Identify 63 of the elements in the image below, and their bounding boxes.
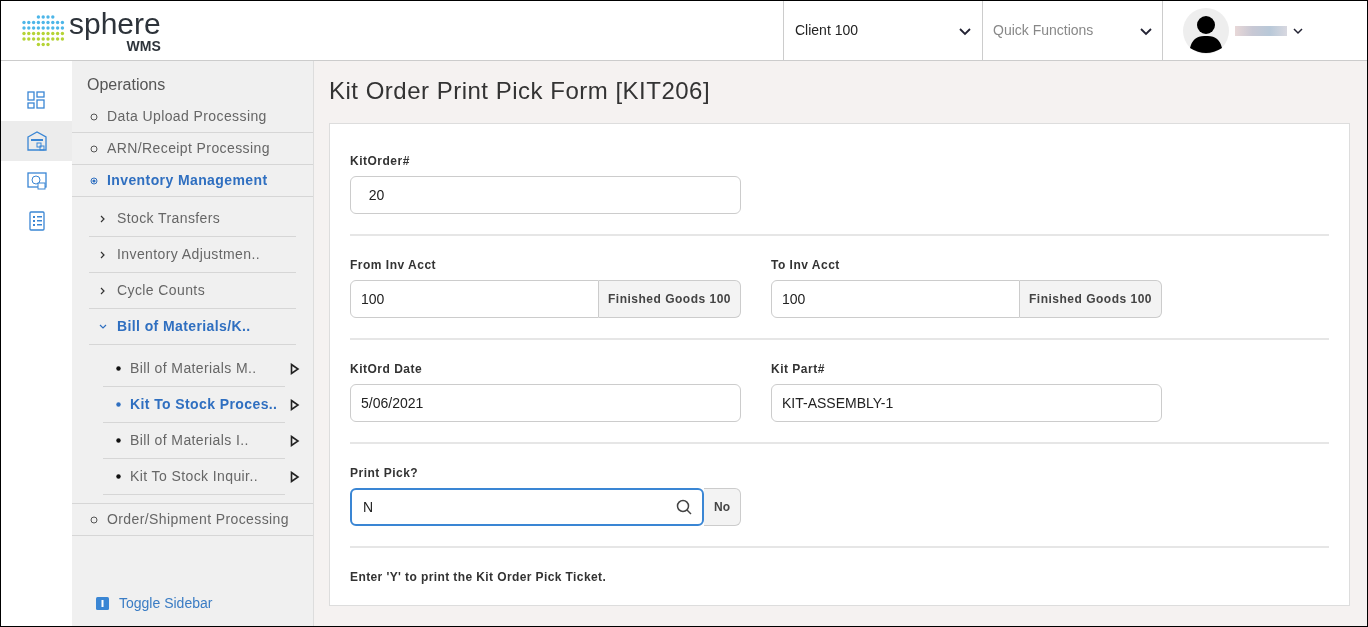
chevron-right-icon: [99, 286, 107, 295]
chevron-down-icon[interactable]: [1293, 26, 1303, 35]
field-label: Kit Part#: [771, 361, 826, 378]
chevron-right-icon: [99, 214, 107, 223]
text-field[interactable]: 100: [350, 280, 599, 318]
play-icon[interactable]: [290, 399, 300, 411]
description-label: No: [704, 488, 741, 526]
search-field[interactable]: N: [350, 488, 704, 526]
sidebar-item[interactable]: Order/Shipment Processing: [72, 504, 313, 536]
radio-dot-icon: [90, 176, 98, 185]
sidebar-subitem[interactable]: Bill of Materials M..: [103, 351, 285, 387]
text-field[interactable]: 5/06/2021: [350, 384, 741, 422]
chevron-right-icon: [99, 250, 107, 259]
chevron-down-icon: [1140, 25, 1152, 36]
warehouse-icon: [26, 131, 47, 151]
page-title: Kit Order Print Pick Form [KIT206]: [329, 76, 712, 106]
chart-report-icon: [26, 171, 47, 191]
sidebar-item[interactable]: Inventory Management: [72, 165, 313, 197]
search-icon[interactable]: [676, 499, 692, 515]
bullet-icon: [116, 366, 121, 371]
radio-dot-icon: [90, 515, 98, 524]
field-label: Print Pick?: [350, 465, 420, 482]
play-icon[interactable]: [290, 471, 300, 483]
sidebar-subitem[interactable]: Kit To Stock Inquir..: [103, 459, 285, 495]
bullet-icon: [116, 402, 121, 407]
sidebar-title: Operations: [86, 75, 167, 95]
client-select[interactable]: Client 100: [783, 1, 982, 60]
sidebar-subitem[interactable]: Bill of Materials/K..: [89, 309, 296, 345]
bullet-icon: [116, 474, 121, 479]
dashboard-icon: [26, 91, 47, 111]
field-label: To Inv Acct: [771, 257, 841, 274]
blurred-username: [1235, 25, 1287, 36]
sidebar-subitem[interactable]: Kit To Stock Proces..: [103, 387, 285, 423]
hint-text: Enter 'Y' to print the Kit Order Pick Ticket.: [350, 569, 608, 586]
radio-dot-icon: [90, 112, 98, 121]
quick-functions-select[interactable]: Quick Functions: [982, 1, 1162, 60]
sidebar-toggle-icon[interactable]: [96, 597, 109, 610]
sidebar-subitem[interactable]: Stock Transfers: [89, 201, 296, 237]
field-label: From Inv Acct: [350, 257, 438, 274]
toggle-sidebar-link[interactable]: Toggle Sidebar: [119, 593, 213, 614]
play-icon[interactable]: [290, 363, 300, 375]
sidebar-item[interactable]: ARN/Receipt Processing: [72, 133, 313, 165]
radio-dot-icon: [90, 144, 98, 153]
play-icon[interactable]: [290, 435, 300, 447]
text-field[interactable]: 100: [771, 280, 1020, 318]
sidebar-subitem[interactable]: Cycle Counts: [89, 273, 296, 309]
text-field[interactable]: KIT-ASSEMBLY-1: [771, 384, 1162, 422]
logo-subtext: WMS: [126, 38, 161, 53]
globe-logo-icon: [21, 12, 65, 49]
chevron-down-icon: [959, 25, 971, 36]
field-label: KitOrd Date: [350, 361, 424, 378]
chevron-down-icon: [99, 322, 107, 331]
bullet-icon: [116, 438, 121, 443]
avatar-icon[interactable]: [1183, 7, 1229, 54]
sidebar-subitem[interactable]: Bill of Materials I..: [103, 423, 285, 459]
text-field[interactable]: 20: [350, 176, 741, 214]
logo-text: sphere: [69, 8, 161, 39]
field-label: KitOrder#: [350, 153, 411, 170]
checklist-icon: [26, 211, 47, 231]
description-label: Finished Goods 100: [598, 280, 741, 318]
description-label: Finished Goods 100: [1019, 280, 1162, 318]
sidebar-subitem[interactable]: Inventory Adjustmen..: [89, 237, 296, 273]
sidebar-item[interactable]: Data Upload Processing: [72, 101, 313, 133]
